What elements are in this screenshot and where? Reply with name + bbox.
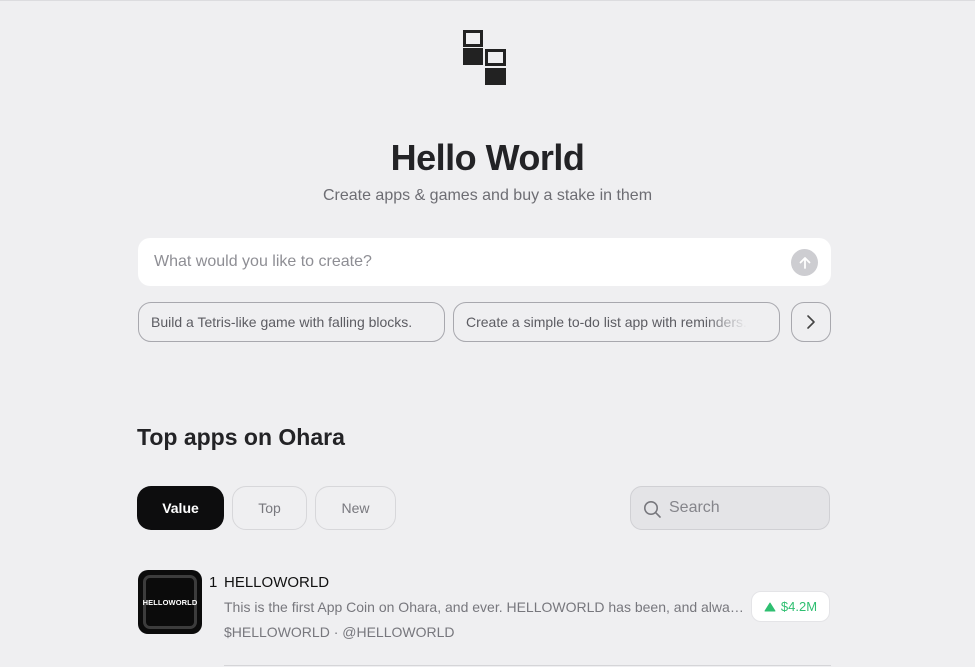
app-list-item[interactable]: HELLOWORLD 1 HELLOWORLD This is the firs… — [137, 569, 831, 667]
app-value-badge: $4.2M — [751, 591, 830, 622]
app-description: This is the first App Coin on Ohara, and… — [224, 599, 744, 615]
create-prompt-box — [138, 238, 831, 286]
triangle-up-icon — [764, 602, 776, 611]
suggestion-chip[interactable]: Build a Tetris-like game with falling bl… — [138, 302, 445, 342]
app-search-box — [630, 486, 830, 530]
next-suggestions-button[interactable] — [791, 302, 831, 342]
suggestion-chip-label: Build a Tetris-like game with falling bl… — [151, 314, 413, 330]
search-input[interactable] — [669, 487, 824, 529]
suggestion-chip[interactable]: Create a simple to-do list app with remi… — [453, 302, 780, 342]
suggestion-chip-label: Create a simple to-do list app with remi… — [466, 314, 747, 330]
ohara-logo-icon — [463, 29, 506, 86]
tab-new[interactable]: New — [315, 486, 396, 530]
app-ticker-handle: $HELLOWORLD · @HELLOWORLD — [224, 624, 455, 640]
app-value: $4.2M — [780, 599, 818, 614]
page-title: Hello World — [390, 137, 585, 178]
arrow-up-icon — [799, 256, 810, 269]
page-subtitle: Create apps & games and buy a stake in t… — [322, 187, 653, 204]
search-icon — [644, 501, 661, 518]
tab-value[interactable]: Value — [137, 486, 224, 530]
app-icon: HELLOWORLD — [138, 570, 202, 634]
submit-prompt-button[interactable] — [791, 249, 818, 276]
app-icon-text: HELLOWORLD — [143, 575, 197, 629]
row-divider — [224, 665, 831, 666]
tab-top[interactable]: Top — [232, 486, 307, 530]
create-prompt-input[interactable] — [138, 238, 778, 286]
app-name: HELLOWORLD — [224, 574, 330, 591]
app-rank: 1 — [209, 574, 218, 591]
chevron-right-icon — [807, 315, 815, 329]
top-apps-heading: Top apps on Ohara — [137, 424, 345, 450]
